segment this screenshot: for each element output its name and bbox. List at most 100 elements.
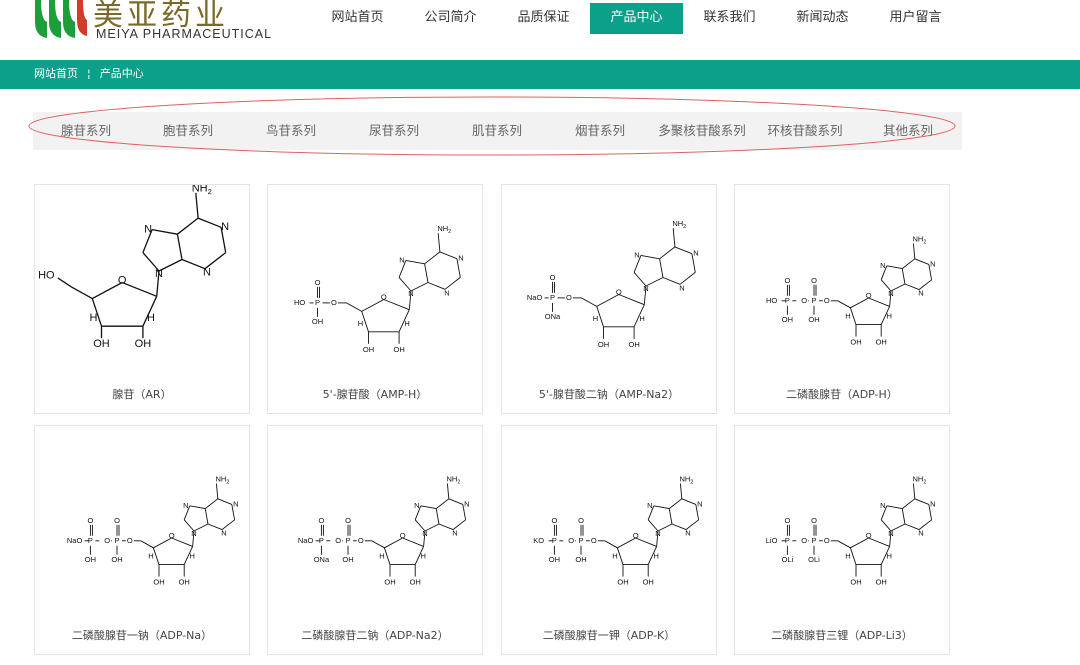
product-name: 5'-腺苷酸二钠（AMP-Na2） xyxy=(538,388,680,401)
svg-text:O: O xyxy=(381,292,387,301)
category-tab-2[interactable]: 鸟苷系列 xyxy=(266,112,316,150)
svg-text:H: H xyxy=(147,312,155,324)
svg-text:P: P xyxy=(88,536,93,545)
category-tab-8[interactable]: 其他系列 xyxy=(883,112,933,150)
svg-text:H: H xyxy=(886,552,891,561)
svg-text:OH: OH xyxy=(111,555,122,564)
svg-text:OH: OH xyxy=(643,578,654,587)
svg-text:O: O xyxy=(801,536,807,545)
svg-text:O: O xyxy=(633,531,639,540)
svg-text:P: P xyxy=(785,296,790,305)
logo-mark-icon xyxy=(35,0,87,38)
breadcrumb-current[interactable]: 产品中心 xyxy=(100,60,144,89)
nav-item-5[interactable]: 新闻动态 xyxy=(776,3,869,34)
category-tab-1[interactable]: 胞苷系列 xyxy=(163,112,213,150)
svg-text:OH: OH xyxy=(850,578,861,587)
product-name: 5'-腺苷酸（AMP-H） xyxy=(322,388,428,401)
svg-text:N: N xyxy=(634,250,639,259)
nav-item-6[interactable]: 用户留言 xyxy=(869,3,962,34)
nav-item-3[interactable]: 产品中心 xyxy=(590,3,683,34)
product-card[interactable]: NNNNNH2OOHOHHHOPOOHHO 5'-腺苷酸（AMP-H） xyxy=(267,184,483,414)
svg-text:OH: OH xyxy=(93,338,110,350)
product-name: 腺苷（AR） xyxy=(112,388,172,401)
svg-text:NH2: NH2 xyxy=(680,474,694,485)
svg-text:H: H xyxy=(639,314,644,323)
breadcrumb: 网站首页 ¦ 产品中心 xyxy=(34,60,144,89)
nav-item-4[interactable]: 联系我们 xyxy=(683,3,776,34)
svg-text:OH: OH xyxy=(549,555,560,564)
category-tab-7[interactable]: 环核苷酸系列 xyxy=(767,112,842,150)
breadcrumb-bar: 网站首页 ¦ 产品中心 xyxy=(0,60,1080,89)
nav-item-1[interactable]: 公司简介 xyxy=(404,3,497,34)
molecule-structure-image: NNNNNH2OOHOHHHOPOOHOPOONaNaO xyxy=(298,474,470,586)
svg-text:O: O xyxy=(169,531,175,540)
svg-text:NH2: NH2 xyxy=(672,219,686,230)
svg-text:H: H xyxy=(148,552,153,561)
svg-text:O: O xyxy=(87,516,93,525)
svg-text:O: O xyxy=(784,276,790,285)
svg-text:O: O xyxy=(866,291,872,300)
svg-text:NH2: NH2 xyxy=(447,474,461,485)
svg-text:O: O xyxy=(114,516,120,525)
svg-text:OH: OH xyxy=(312,317,323,326)
company-logo[interactable]: 美亚药业 MEIYA PHARMACEUTICAL xyxy=(33,0,271,44)
svg-text:OH: OH xyxy=(628,340,639,349)
molecule-structure-image: NNNNNH2OOHOHHHOPOOHHO xyxy=(294,224,464,354)
svg-text:H: H xyxy=(593,314,598,323)
molecule-structure-image: NNNNNH2OOHOHHHOPOOHOPOOHKO xyxy=(533,474,702,587)
product-card[interactable]: NNNNNH2OOHOHHHOPOONaNaO 5'-腺苷酸二钠（AMP-Na2… xyxy=(501,184,717,414)
svg-text:N: N xyxy=(930,499,935,508)
svg-text:OH: OH xyxy=(850,338,861,347)
svg-text:NH2: NH2 xyxy=(913,474,927,485)
svg-text:O: O xyxy=(866,531,872,540)
svg-text:H: H xyxy=(845,552,850,561)
product-card[interactable]: NNNNNH2OOHOHHHOPOOHOPOOHKO 二磷酸腺苷一钾（ADP-K… xyxy=(501,425,717,655)
svg-text:H: H xyxy=(358,319,363,328)
product-card[interactable]: NNNNNH2OOHOHHHOPOOHOPOOHNaO 二磷酸腺苷一钠（ADP-… xyxy=(34,425,250,655)
svg-text:O: O xyxy=(591,536,597,545)
svg-text:N: N xyxy=(685,529,690,538)
product-card[interactable]: NNNNNH2OOHOHHHHO 腺苷（AR） xyxy=(34,184,250,414)
svg-text:P: P xyxy=(345,536,350,545)
svg-text:HO: HO xyxy=(38,270,55,282)
svg-text:N: N xyxy=(464,499,469,508)
svg-text:H: H xyxy=(189,552,194,561)
svg-text:N: N xyxy=(880,261,885,270)
breadcrumb-home-link[interactable]: 网站首页 xyxy=(34,60,78,89)
svg-text:P: P xyxy=(550,293,555,302)
nav-item-2[interactable]: 品质保证 xyxy=(497,3,590,34)
svg-text:O: O xyxy=(811,276,817,285)
category-tab-0[interactable]: 腺苷系列 xyxy=(61,112,111,150)
svg-text:P: P xyxy=(785,536,790,545)
svg-text:O: O xyxy=(318,516,324,525)
svg-text:O: O xyxy=(550,273,556,282)
product-card[interactable]: NNNNNH2OOHOHHHOPOOLiOPOOLiLiO 二磷酸腺苷三锂（AD… xyxy=(734,425,950,655)
svg-text:KO: KO xyxy=(533,536,544,545)
product-name: 二磷酸腺苷一钾（ADP-K） xyxy=(542,629,676,642)
svg-text:O: O xyxy=(315,278,321,287)
category-tabs: 腺苷系列 胞苷系列 鸟苷系列 尿苷系列 肌苷系列 烟苷系列 多聚核苷酸系列 环核苷酸系列 其他系… xyxy=(33,112,962,150)
nav-item-0[interactable]: 网站首页 xyxy=(311,3,404,34)
svg-text:N: N xyxy=(203,267,211,279)
svg-text:N: N xyxy=(183,501,188,510)
category-tab-4[interactable]: 肌苷系列 xyxy=(472,112,522,150)
svg-text:H: H xyxy=(886,312,891,321)
svg-text:H: H xyxy=(612,552,617,561)
category-tab-5[interactable]: 烟苷系列 xyxy=(575,112,625,150)
product-card[interactable]: NNNNNH2OOHOHHHOPOOHOPOOHHO 二磷酸腺苷（ADP-H） xyxy=(734,184,950,414)
svg-text:O: O xyxy=(566,293,572,302)
svg-text:OH: OH xyxy=(808,315,819,324)
category-tab-6[interactable]: 多聚核苷酸系列 xyxy=(658,112,746,150)
product-card[interactable]: NNNNNH2OOHOHHHOPOOHOPOONaNaO 二磷酸腺苷二钠（ADP… xyxy=(267,425,483,655)
svg-text:P: P xyxy=(114,536,119,545)
site-header: 美亚药业 MEIYA PHARMACEUTICAL 网站首页 公司简介 品质保证 产品… xyxy=(0,0,1080,52)
svg-text:N: N xyxy=(880,501,885,510)
svg-text:OH: OH xyxy=(598,340,609,349)
svg-text:P: P xyxy=(578,536,583,545)
svg-text:O: O xyxy=(400,531,406,540)
molecule-structure-image: NNNNNH2OOHOHHHOPOOHOPOOHNaO xyxy=(67,474,239,586)
category-tab-3[interactable]: 尿苷系列 xyxy=(369,112,419,150)
svg-text:O: O xyxy=(616,287,622,296)
svg-text:O: O xyxy=(551,516,557,525)
product-name: 二磷酸腺苷一钠（ADP-Na） xyxy=(71,629,213,642)
